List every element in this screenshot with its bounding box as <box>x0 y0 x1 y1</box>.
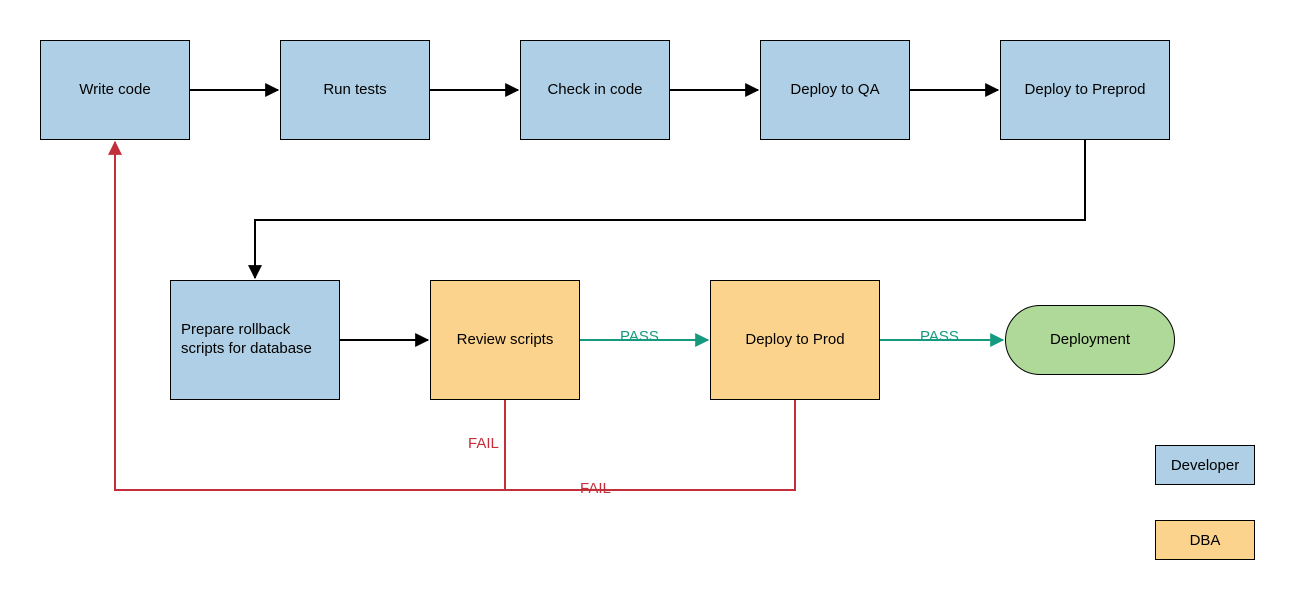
legend-label: DBA <box>1190 532 1221 549</box>
edge-label-review-pass: PASS <box>620 328 659 345</box>
node-label: Deployment <box>1050 331 1130 350</box>
node-label: Deploy to Preprod <box>1025 81 1146 100</box>
node-deployment: Deployment <box>1005 305 1175 375</box>
node-write-code: Write code <box>40 40 190 140</box>
legend-dba: DBA <box>1155 520 1255 560</box>
node-label: Check in code <box>547 81 642 100</box>
legend-developer: Developer <box>1155 445 1255 485</box>
node-label: Review scripts <box>457 331 554 350</box>
node-run-tests: Run tests <box>280 40 430 140</box>
node-check-in-code: Check in code <box>520 40 670 140</box>
node-deploy-qa: Deploy to QA <box>760 40 910 140</box>
node-label: Write code <box>79 81 150 100</box>
node-label: Deploy to QA <box>790 81 879 100</box>
node-label: Deploy to Prod <box>745 331 844 350</box>
node-label: Run tests <box>323 81 386 100</box>
edge-label-prod-fail: FAIL <box>580 480 611 497</box>
edge-prod-fail <box>505 400 795 490</box>
node-deploy-prod: Deploy to Prod <box>710 280 880 400</box>
flowchart-canvas: Write code Run tests Check in code Deplo… <box>0 0 1300 605</box>
edge-label-prod-pass: PASS <box>920 328 959 345</box>
node-label: Prepare rollback scripts for database <box>181 321 329 359</box>
node-review-scripts: Review scripts <box>430 280 580 400</box>
edge-label-review-fail: FAIL <box>468 435 499 452</box>
node-prepare-rollback: Prepare rollback scripts for database <box>170 280 340 400</box>
edge-preprod-to-rollback <box>255 140 1085 278</box>
legend-label: Developer <box>1171 457 1239 474</box>
node-deploy-preprod: Deploy to Preprod <box>1000 40 1170 140</box>
